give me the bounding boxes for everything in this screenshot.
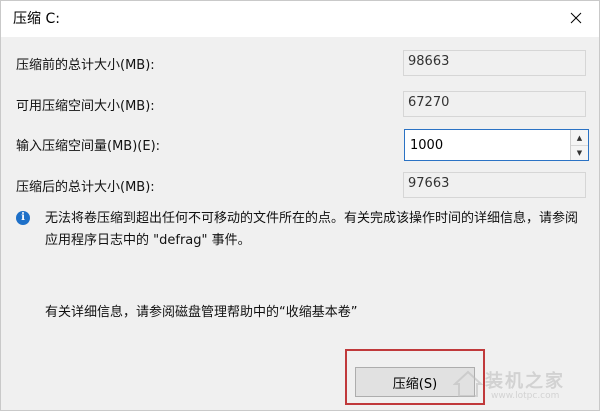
watermark-logo: 装机之家 www.lotpc.com bbox=[453, 363, 593, 407]
shrink-amount-stepper[interactable]: ▲ ▼ bbox=[404, 129, 589, 161]
available-space-label: 可用压缩空间大小(MB): bbox=[16, 99, 155, 114]
spin-down-icon: ▼ bbox=[576, 148, 583, 157]
size-before-label: 压缩前的总计大小(MB): bbox=[16, 58, 155, 73]
close-icon bbox=[570, 12, 582, 24]
shrink-amount-input[interactable] bbox=[405, 130, 569, 160]
watermark-text: 装机之家 bbox=[485, 371, 565, 392]
help-text: 有关详细信息，请参阅磁盘管理帮助中的“收缩基本卷” bbox=[45, 305, 358, 320]
spin-buttons: ▲ ▼ bbox=[570, 130, 588, 160]
size-after-label: 压缩后的总计大小(MB): bbox=[16, 180, 155, 195]
title-bar: 压缩 C: bbox=[1, 1, 599, 37]
house-icon bbox=[453, 370, 483, 397]
shrink-volume-dialog: 压缩 C: 压缩前的总计大小(MB): 98663 可用压缩空间大小(MB): … bbox=[0, 0, 600, 411]
size-after-value: 97663 bbox=[403, 172, 586, 198]
spin-up-button[interactable]: ▲ bbox=[571, 130, 588, 146]
watermark-url: www.lotpc.com bbox=[491, 391, 560, 401]
window-title: 压缩 C: bbox=[13, 11, 60, 27]
spin-down-button[interactable]: ▼ bbox=[571, 145, 588, 160]
close-button[interactable] bbox=[553, 1, 599, 35]
available-space-value: 67270 bbox=[403, 91, 586, 117]
shrink-amount-label: 输入压缩空间量(MB)(E): bbox=[16, 139, 161, 154]
info-message: 无法将卷压缩到超出任何不可移动的文件所在的点。有关完成该操作时间的详细信息，请参… bbox=[45, 211, 579, 248]
size-before-value: 98663 bbox=[403, 50, 586, 76]
spin-up-icon: ▲ bbox=[576, 133, 583, 142]
info-icon: i bbox=[16, 211, 30, 225]
